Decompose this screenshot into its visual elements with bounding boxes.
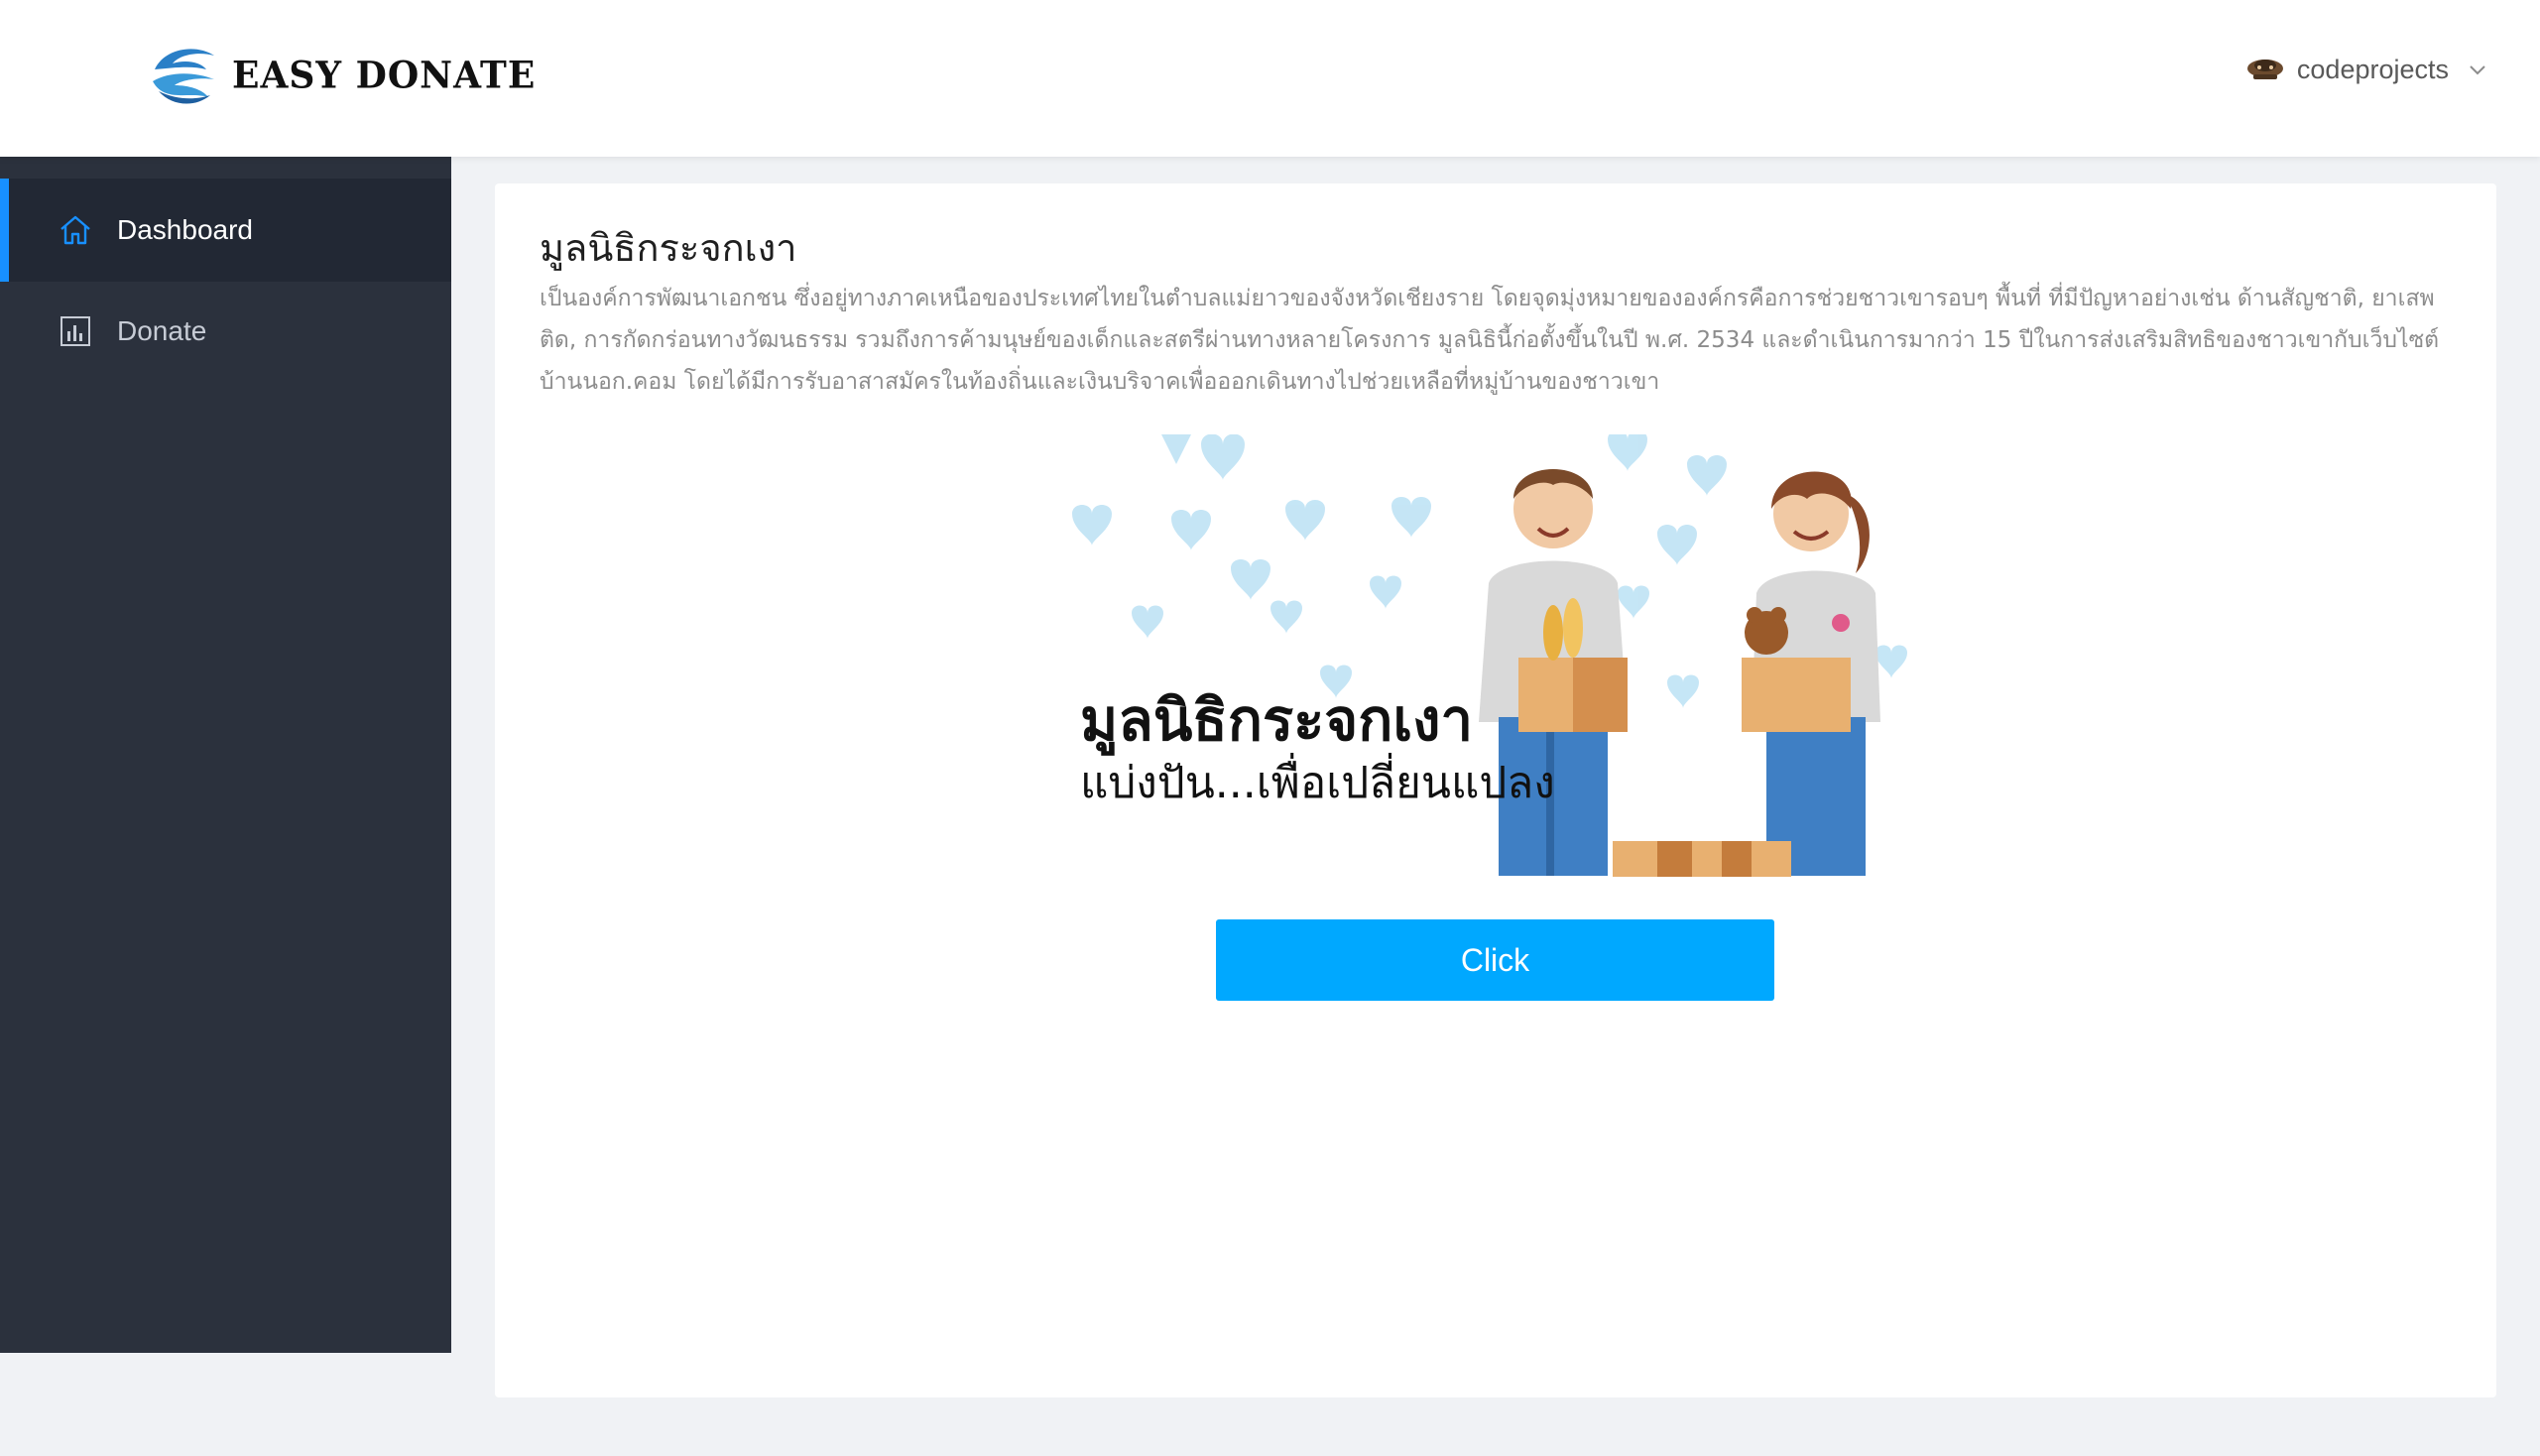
easy-donate-logo-icon bbox=[153, 49, 214, 104]
sidebar-item-label: Dashboard bbox=[117, 214, 253, 245]
sidebar-item-dashboard[interactable]: Dashboard bbox=[0, 179, 451, 282]
page-description: เป็นองค์การพัฒนาเอกชน ซึ่งอยู่ทางภาคเหนื… bbox=[540, 286, 2440, 395]
banner-title: มูลนิธิกระจกเงา bbox=[1080, 686, 1473, 756]
sidebar-item-donate[interactable]: Donate bbox=[0, 280, 451, 383]
top-header: EASY DONATE codeprojects bbox=[0, 0, 2540, 157]
content-card: มูลนิธิกระจกเงา เป็นองค์การพัฒนาเอกชน ซึ… bbox=[495, 183, 2496, 1397]
sidebar: Dashboard Donate bbox=[0, 157, 451, 1353]
foundation-banner-image: มูลนิธิกระจกเงา แบ่งปัน...เพื่อเปลี่ยนแป… bbox=[1072, 434, 1907, 877]
bar-chart-icon bbox=[60, 316, 90, 346]
avatar bbox=[2246, 60, 2283, 79]
sidebar-item-label: Donate bbox=[117, 315, 207, 346]
chevron-down-icon bbox=[2470, 65, 2485, 75]
user-name: codeprojects bbox=[2296, 54, 2449, 84]
user-menu[interactable]: codeprojects bbox=[2245, 46, 2488, 93]
logo-text: EASY DONATE bbox=[232, 53, 537, 98]
page-title: มูลนิธิกระจกเงา bbox=[540, 226, 797, 270]
click-button[interactable]: Click bbox=[1216, 919, 1774, 1001]
home-icon bbox=[60, 215, 90, 245]
logo[interactable]: EASY DONATE bbox=[145, 42, 536, 109]
banner-subtitle: แบ่งปัน...เพื่อเปลี่ยนแปลง bbox=[1080, 752, 1555, 808]
